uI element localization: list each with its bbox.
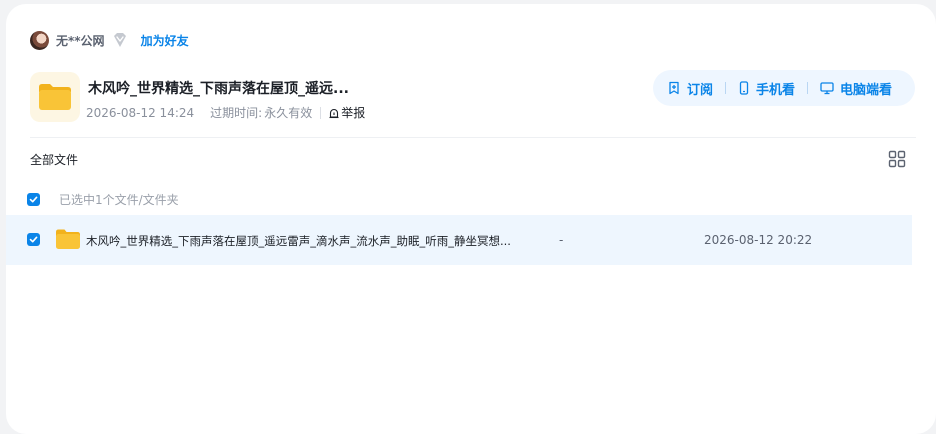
username: 无**公网 — [56, 33, 105, 48]
header-divider — [30, 137, 916, 138]
avatar[interactable] — [30, 30, 49, 50]
grid-icon — [888, 150, 906, 168]
meta-divider — [320, 106, 322, 119]
select-all-row: 已选中1个文件/文件夹 — [27, 191, 179, 208]
report-button[interactable]: 举报 — [328, 104, 365, 121]
selected-count-text: 已选中1个文件/文件夹 — [59, 193, 179, 207]
folder-icon — [30, 72, 80, 122]
share-card: 无**公网 加为好友 木风吟_世界精选_下雨声落在屋顶_遥远... 2026-0… — [6, 4, 936, 434]
expire-label: 过期时间: — [210, 106, 263, 120]
pc-view-button[interactable]: 电脑端看 — [820, 79, 892, 98]
select-all-checkbox[interactable] — [27, 193, 40, 206]
report-label: 举报 — [341, 106, 366, 120]
share-meta: 2026-08-12 14:24 过期时间: 永久有效 举报 — [86, 104, 365, 121]
check-icon — [29, 196, 38, 203]
file-date: 2026-08-12 20:22 — [704, 233, 813, 247]
grid-view-toggle[interactable] — [888, 150, 906, 172]
phone-view-button[interactable]: 手机看 — [738, 79, 795, 98]
action-bar: 订阅 手机看 电脑端看 — [653, 70, 915, 106]
check-icon — [29, 236, 38, 243]
file-checkbox[interactable] — [27, 233, 40, 246]
file-row[interactable]: 木风吟_世界精选_下雨声落在屋顶_遥远雷声_滴水声_流水声_助眠_听雨_静坐冥想… — [6, 215, 912, 265]
bookmark-plus-icon — [669, 81, 679, 95]
alarm-icon — [329, 108, 339, 118]
phone-icon — [739, 81, 749, 95]
monitor-icon — [820, 82, 834, 95]
add-friend-link[interactable]: 加为好友 — [141, 32, 189, 49]
diamond-icon — [111, 31, 129, 49]
file-size: - — [559, 233, 564, 247]
action-divider — [807, 82, 809, 94]
file-name[interactable]: 木风吟_世界精选_下雨声落在屋顶_遥远雷声_滴水声_流水声_助眠_听雨_静坐冥想… — [86, 233, 536, 249]
share-created-date: 2026-08-12 14:24 — [86, 105, 195, 120]
breadcrumb[interactable]: 全部文件 — [30, 151, 78, 168]
share-title: 木风吟_世界精选_下雨声落在屋顶_遥远... — [88, 81, 349, 97]
pc-view-label: 电脑端看 — [840, 82, 893, 98]
phone-view-label: 手机看 — [756, 82, 796, 98]
expire-value: 永久有效 — [264, 106, 313, 120]
subscribe-label: 订阅 — [687, 82, 714, 98]
user-row: 无**公网 加为好友 — [30, 30, 189, 50]
subscribe-button[interactable]: 订阅 — [667, 79, 713, 98]
folder-icon — [55, 228, 81, 254]
action-divider — [725, 82, 727, 94]
